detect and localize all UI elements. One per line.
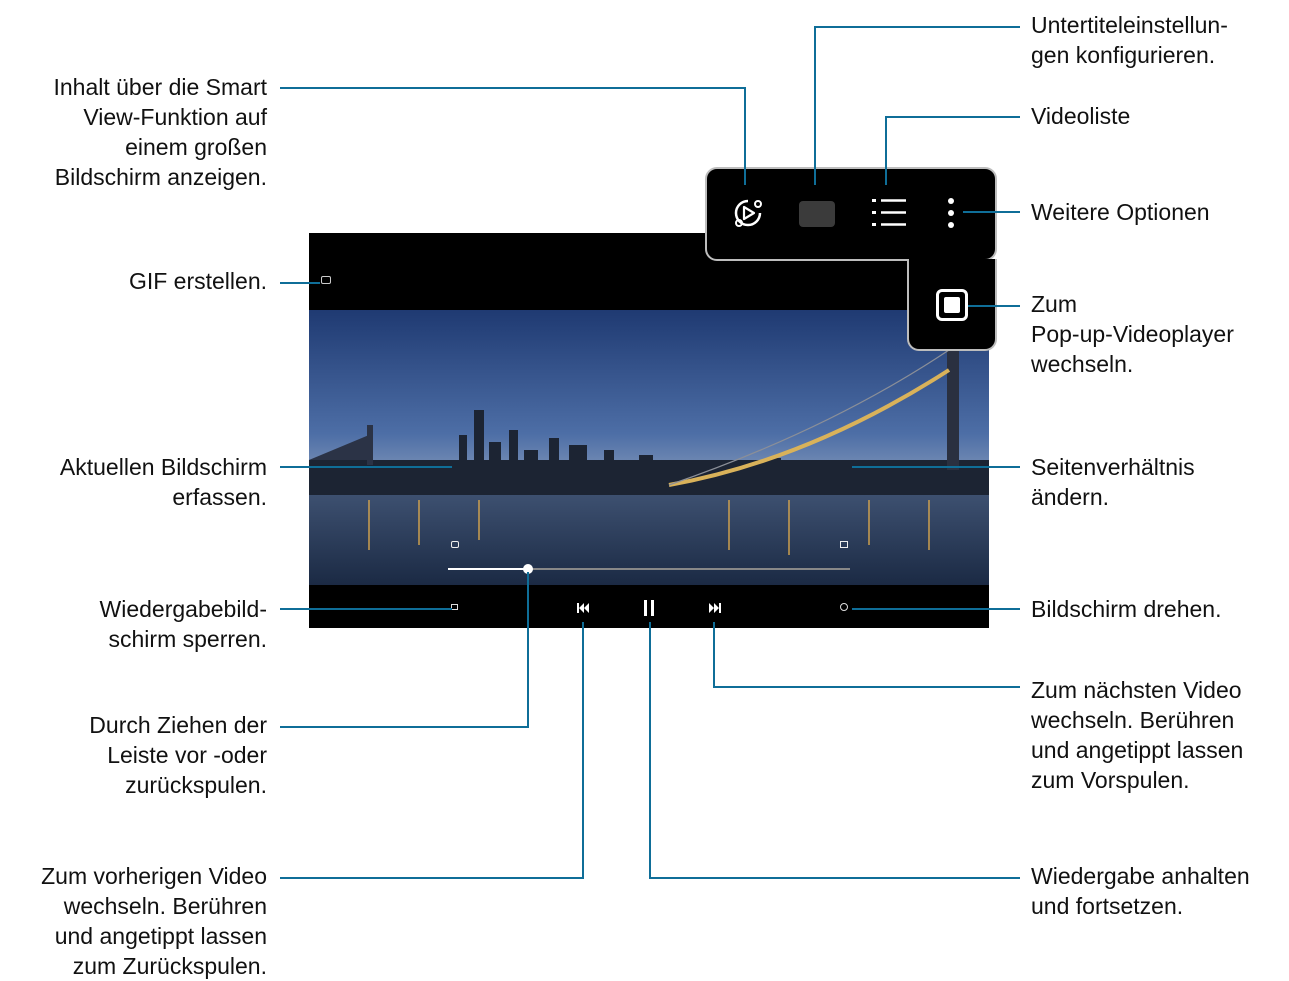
callout-more-options: Weitere Optionen (1031, 199, 1210, 225)
callout-gif: GIF erstellen. (128, 268, 267, 294)
callout-video-list: Videoliste (1031, 103, 1131, 129)
callout-lock: Wiedergabebild- schirm sperren. (99, 596, 267, 652)
callout-rotate: Bildschirm drehen. (1031, 596, 1222, 622)
callout-previous: Zum vorherigen Video wechseln. Berühren … (41, 863, 267, 979)
callout-seek: Durch Ziehen der Leiste vor -oder zurück… (89, 712, 267, 798)
callout-subtitles: Untertiteleinstellun- gen konfigurieren. (1031, 12, 1228, 68)
callout-pause: Wiedergabe anhalten und fortsetzen. (1031, 863, 1250, 919)
callout-capture: Aktuellen Bildschirm erfassen. (59, 454, 267, 510)
callout-next: Zum nächsten Video wechseln. Berühren un… (1031, 677, 1244, 793)
callout-aspect-ratio: Seitenverhältnis ändern. (1031, 454, 1195, 510)
callout-popup-player: Zum Pop-up-Videoplayer wechseln. (1031, 291, 1234, 377)
callout-smart-view: Inhalt über die Smart View-Funktion auf … (53, 74, 267, 190)
